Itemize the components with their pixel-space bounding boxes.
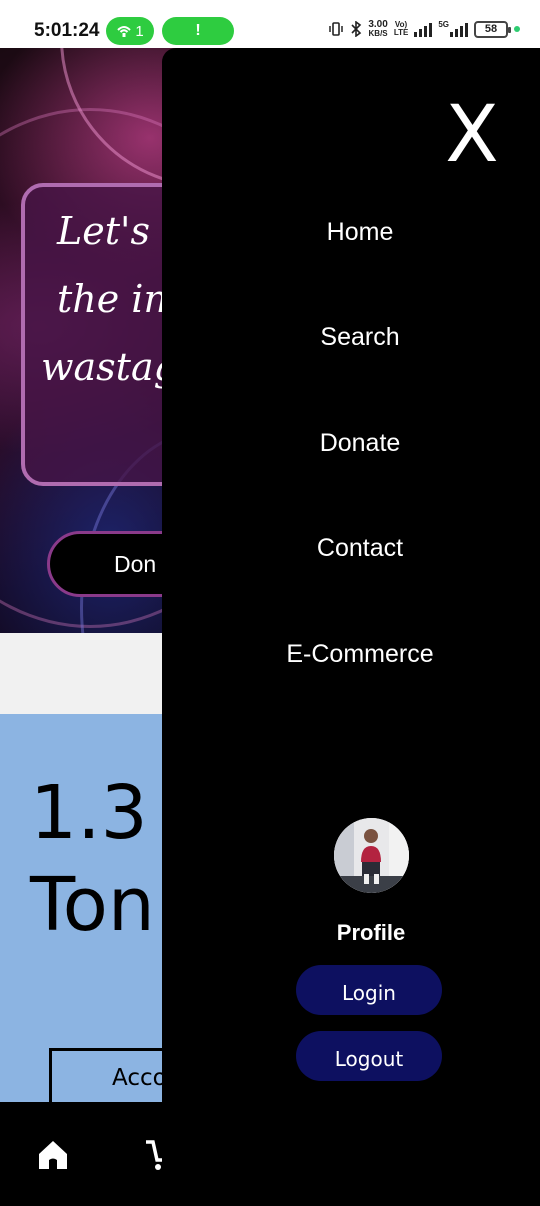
menu-item-ecommerce[interactable]: E-Commerce xyxy=(162,640,540,669)
hotspot-indicator[interactable]: 1 xyxy=(106,17,154,45)
signal-5g-label: 5G xyxy=(438,20,449,29)
alert-label: ! xyxy=(195,22,201,39)
nav-drawer: X Home Search Donate Contact E-Commerce … xyxy=(162,48,540,1206)
home-icon[interactable] xyxy=(36,1138,70,1172)
net-speed-unit: KB/S xyxy=(368,29,388,38)
logout-button[interactable]: Logout xyxy=(296,1031,442,1081)
login-button[interactable]: Login xyxy=(296,965,442,1015)
net-speed-value: 3.00 xyxy=(368,19,388,30)
net-speed: 3.00 KB/S xyxy=(368,19,388,39)
bluetooth-icon xyxy=(351,21,362,37)
status-icons: 3.00 KB/S Vo) LTE 5G 58 xyxy=(328,20,520,38)
hotspot-icon xyxy=(117,26,132,37)
signal-icon-2 xyxy=(450,21,468,37)
menu-item-search[interactable]: Search xyxy=(162,323,540,352)
vibrate-icon xyxy=(329,22,344,36)
close-icon[interactable]: X xyxy=(444,96,500,174)
battery-icon: 58 xyxy=(474,20,511,38)
signal-icon-1 xyxy=(414,21,433,37)
status-bar: 5:01:24 1 ! 3.00 KB/S Vo) LTE 5G 58 xyxy=(0,0,540,48)
menu-item-home[interactable]: Home xyxy=(162,218,540,247)
menu-item-contact[interactable]: Contact xyxy=(162,534,540,563)
avatar[interactable] xyxy=(334,818,409,893)
volte-bottom: LTE xyxy=(393,28,409,37)
menu-item-donate[interactable]: Donate xyxy=(162,429,540,458)
alert-indicator[interactable]: ! xyxy=(162,17,234,45)
profile-label[interactable]: Profile xyxy=(162,920,540,946)
battery-level: 58 xyxy=(484,22,498,35)
stat-line-2: Ton xyxy=(30,862,155,948)
status-time: 5:01:24 xyxy=(34,20,100,41)
privacy-dot xyxy=(514,26,520,32)
hotspot-count: 1 xyxy=(135,22,144,40)
signal-5g: 5G xyxy=(438,21,468,37)
volte-indicator: Vo) LTE xyxy=(394,21,409,37)
profile-photo xyxy=(334,818,409,893)
